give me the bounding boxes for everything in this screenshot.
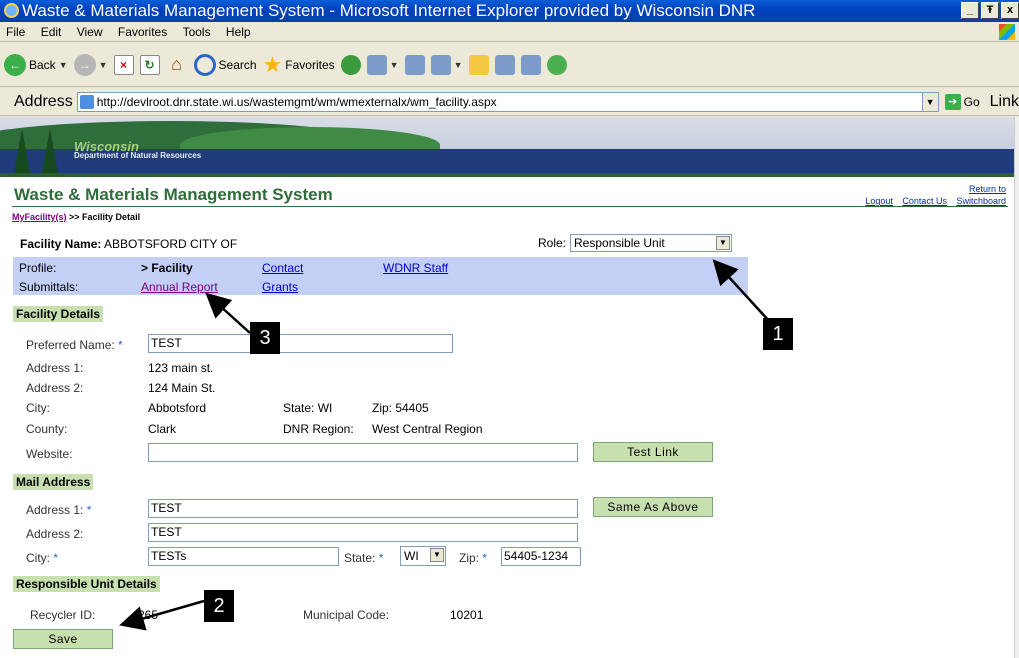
history-button[interactable]: ▼ (366, 54, 399, 75)
media-icon (340, 54, 361, 75)
menu-bar: File Edit View Favorites Tools Help (0, 22, 1019, 42)
address-bar: Address http://devlroot.dnr.state.wi.us/… (0, 88, 1019, 116)
edit-button[interactable]: ▼ (430, 54, 463, 75)
page-icon (79, 94, 94, 109)
chevron-down-icon[interactable]: ▼ (59, 60, 68, 70)
menu-edit[interactable]: Edit (35, 22, 68, 39)
window-title: Waste & Materials Management System - Mi… (22, 1, 756, 20)
go-arrow-icon: ➔ (944, 93, 961, 110)
refresh-button[interactable]: ↻ (139, 54, 160, 75)
home-icon: ⌂ (171, 53, 182, 74)
notes-icon (494, 54, 515, 75)
forward-button[interactable]: → ▼ (73, 53, 108, 76)
back-label: Back (29, 57, 56, 72)
favorites-label: Favorites (285, 57, 335, 72)
close-button[interactable]: x (1001, 2, 1019, 19)
messenger-icon (546, 54, 567, 75)
print-button[interactable] (404, 54, 425, 75)
callout-1-arrow (712, 259, 771, 323)
back-button[interactable]: ← Back ▼ (4, 53, 68, 76)
chevron-down-icon[interactable]: ▼ (390, 60, 399, 70)
discuss-button[interactable] (494, 54, 515, 75)
star-icon: ★ (262, 51, 283, 77)
minimize-button[interactable]: _ (961, 2, 979, 19)
messenger-button[interactable] (546, 54, 567, 75)
address-url: http://devlroot.dnr.state.wi.us/wastemgm… (96, 94, 497, 109)
go-button[interactable]: ➔ Go (944, 93, 980, 110)
links-label[interactable]: Link (990, 93, 1019, 111)
favorites-button[interactable]: ★ Favorites (263, 52, 335, 78)
books-icon (520, 54, 541, 75)
search-button[interactable]: Search (193, 53, 257, 76)
callout-3-arrow (205, 292, 251, 334)
media-button[interactable] (340, 54, 361, 75)
chevron-down-icon[interactable]: ▼ (454, 60, 463, 70)
chevron-down-icon[interactable]: ▼ (99, 60, 108, 70)
window-title-bar: Waste & Materials Management System - Mi… (0, 0, 1019, 22)
callout-3: 3 (250, 322, 280, 354)
annotation-overlay (119, 259, 771, 631)
restore-button[interactable]: Ŧ (981, 2, 999, 19)
forward-arrow-icon: → (73, 53, 96, 76)
refresh-icon: ↻ (139, 54, 160, 75)
callout-2: 2 (204, 590, 234, 622)
window-controls: _ Ŧ x (961, 2, 1019, 19)
home-button[interactable]: ⌂ (166, 54, 188, 76)
menu-help[interactable]: Help (220, 22, 257, 39)
menu-tools[interactable]: Tools (177, 22, 217, 39)
ie-logo-icon (4, 3, 19, 18)
menu-view[interactable]: View (71, 22, 109, 39)
address-label: Address (14, 92, 73, 110)
vertical-scrollbar[interactable] (1014, 117, 1019, 658)
stop-button[interactable]: × (113, 54, 134, 75)
callout-1: 1 (763, 318, 793, 350)
stop-icon: × (113, 54, 134, 75)
search-label: Search (218, 57, 257, 72)
web-page: Wisconsin Department of Natural Resource… (0, 117, 1014, 658)
research-button[interactable] (520, 54, 541, 75)
word-icon (430, 54, 451, 75)
menu-favorites[interactable]: Favorites (112, 22, 173, 39)
back-arrow-icon: ← (4, 53, 26, 76)
chevron-down-icon[interactable]: ▼ (921, 92, 938, 111)
menu-file[interactable]: File (0, 22, 31, 39)
history-icon (366, 54, 387, 75)
address-input[interactable]: http://devlroot.dnr.state.wi.us/wastemgm… (76, 91, 939, 112)
windows-flag-icon (999, 24, 1015, 40)
browser-toolbar: ← Back ▼ → ▼ × ↻ ⌂ Search ★ Favorites ▼ … (0, 43, 1019, 87)
go-label: Go (963, 94, 980, 109)
search-icon (193, 53, 216, 76)
folder-icon (468, 54, 489, 75)
printer-icon (404, 54, 425, 75)
callout-2-arrow (119, 599, 205, 631)
folder-button[interactable] (468, 54, 489, 75)
